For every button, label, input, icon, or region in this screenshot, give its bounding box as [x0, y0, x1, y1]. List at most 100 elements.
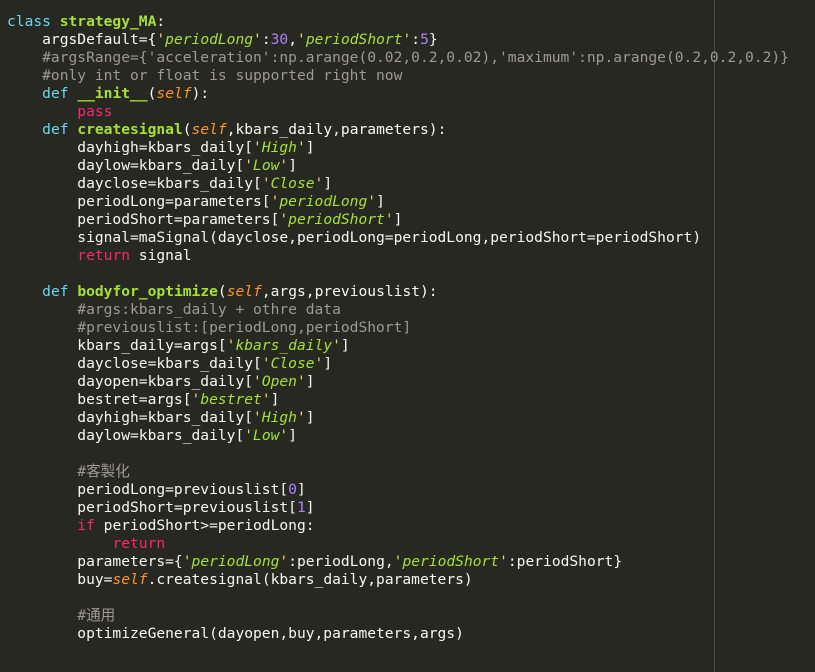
code-token: ] — [323, 175, 333, 192]
code-line[interactable]: #通用 — [7, 607, 815, 625]
code-line[interactable] — [7, 445, 815, 463]
code-token: Open — [261, 373, 297, 390]
code-token: ' — [332, 337, 341, 354]
code-token: ] — [288, 427, 297, 444]
code-token: daylow=kbars_daily[ — [7, 157, 245, 174]
code-line[interactable]: periodLong=previouslist[0] — [7, 481, 815, 499]
code-area[interactable]: class strategy_MA: argsDefault={'periodL… — [7, 13, 815, 643]
code-token: optimizeGeneral(dayopen,buy,parameters,a… — [7, 625, 464, 642]
code-token: self — [112, 571, 148, 588]
code-token: ' — [182, 553, 192, 570]
code-token: self — [226, 283, 262, 300]
code-line[interactable]: class strategy_MA: — [7, 13, 815, 31]
code-line[interactable]: dayopen=kbars_daily['Open'] — [7, 373, 815, 391]
code-line[interactable]: def createsignal(self,kbars_daily,parame… — [7, 121, 815, 139]
code-token: ' — [156, 31, 166, 48]
code-editor[interactable]: class strategy_MA: argsDefault={'periodL… — [0, 0, 815, 672]
code-line[interactable]: argsDefault={'periodLong':30,'periodShor… — [7, 31, 815, 49]
code-token: pass — [77, 103, 113, 120]
code-line[interactable]: parameters={'periodLong':periodLong,'per… — [7, 553, 815, 571]
code-token: ] — [393, 211, 403, 228]
code-token: strategy_MA — [59, 13, 157, 30]
code-token: ] — [305, 139, 315, 156]
code-line[interactable]: periodShort=previouslist[1] — [7, 499, 815, 517]
code-line[interactable]: def __init__(self): — [7, 85, 815, 103]
code-token: : — [261, 31, 271, 48]
code-token: ] — [305, 499, 315, 516]
code-token: periodShort — [402, 553, 500, 570]
code-token: self — [191, 121, 227, 138]
code-token: } — [428, 31, 438, 48]
code-token: ' — [279, 211, 289, 228]
code-token: .createsignal(kbars_daily,parameters) — [147, 571, 473, 588]
code-line[interactable]: periodLong=parameters['periodLong'] — [7, 193, 815, 211]
code-token: parameters={ — [7, 553, 183, 570]
code-token: signal — [130, 247, 192, 264]
code-line[interactable]: kbars_daily=args['kbars_daily'] — [7, 337, 815, 355]
code-token: ' — [253, 409, 262, 426]
code-token: ' — [279, 157, 289, 174]
code-token: ' — [244, 157, 254, 174]
code-token: ( — [182, 121, 192, 138]
code-token: ' — [279, 553, 289, 570]
code-line[interactable]: buy=self.createsignal(kbars_daily,parame… — [7, 571, 815, 589]
code-token: High — [261, 409, 297, 426]
code-token: ' — [297, 31, 306, 48]
code-token: ] — [288, 157, 297, 174]
code-line[interactable]: #args:kbars_daily + othre data — [7, 301, 815, 319]
code-line[interactable]: def bodyfor_optimize(self,args,previousl… — [7, 283, 815, 301]
code-line[interactable]: pass — [7, 103, 815, 121]
code-line[interactable]: dayclose=kbars_daily['Close'] — [7, 355, 815, 373]
code-token: : — [156, 13, 166, 30]
code-line[interactable]: daylow=kbars_daily['Low'] — [7, 427, 815, 445]
code-line[interactable]: signal=maSignal(dayclose,periodLong=peri… — [7, 229, 815, 247]
code-token: periodShort=parameters[ — [7, 211, 280, 228]
code-token: Close — [270, 175, 315, 192]
code-token: ' — [402, 31, 412, 48]
code-token: 1 — [296, 499, 306, 516]
code-token: periodShort — [288, 211, 385, 228]
code-line[interactable] — [7, 265, 815, 283]
code-line[interactable]: periodShort=parameters['periodShort'] — [7, 211, 815, 229]
code-token: ,kbars_daily,parameters): — [226, 121, 447, 138]
code-line[interactable]: return signal — [7, 247, 815, 265]
code-token: #previouslist:[periodLong,periodShort] — [7, 319, 412, 336]
code-token: , — [288, 31, 298, 48]
code-token: 30 — [270, 31, 289, 48]
code-line[interactable]: daylow=kbars_daily['Low'] — [7, 157, 815, 175]
code-token: : — [411, 31, 421, 48]
code-line[interactable]: bestret=args['bestret'] — [7, 391, 815, 409]
code-token: dayhigh=kbars_daily[ — [7, 409, 254, 426]
code-token: ] — [296, 481, 306, 498]
code-token: kbars_daily=args[ — [7, 337, 227, 354]
code-token: createsignal — [77, 121, 183, 138]
code-token: return — [112, 535, 166, 552]
code-line[interactable]: dayclose=kbars_daily['Close'] — [7, 175, 815, 193]
code-token: ' — [253, 31, 262, 48]
code-token: argsDefault={ — [7, 31, 157, 48]
code-token: :periodLong, — [288, 553, 394, 570]
code-token: #客製化 — [7, 463, 130, 480]
code-token: if — [77, 517, 95, 534]
code-token: periodLong — [191, 553, 280, 570]
code-line[interactable]: #previouslist:[periodLong,periodShort] — [7, 319, 815, 337]
code-token: __init__ — [77, 85, 148, 102]
code-line[interactable]: optimizeGeneral(dayopen,buy,parameters,a… — [7, 625, 815, 643]
code-token: periodLong=previouslist[ — [7, 481, 289, 498]
code-line[interactable]: if periodShort>=periodLong: — [7, 517, 815, 535]
code-line[interactable]: return — [7, 535, 815, 553]
code-token: ' — [296, 409, 306, 426]
code-line[interactable]: #客製化 — [7, 463, 815, 481]
code-token: ] — [376, 193, 385, 210]
code-token: ' — [296, 373, 306, 390]
code-token: class — [7, 13, 60, 30]
code-token: dayclose=kbars_daily[ — [7, 355, 262, 372]
code-line[interactable]: #argsRange={'acceleration':np.arange(0.0… — [7, 49, 815, 67]
code-line[interactable]: dayhigh=kbars_daily['High'] — [7, 409, 815, 427]
code-token: ' — [384, 211, 394, 228]
code-line[interactable] — [7, 589, 815, 607]
code-line[interactable]: #only int or float is supported right no… — [7, 67, 815, 85]
code-line[interactable]: dayhigh=kbars_daily['High'] — [7, 139, 815, 157]
